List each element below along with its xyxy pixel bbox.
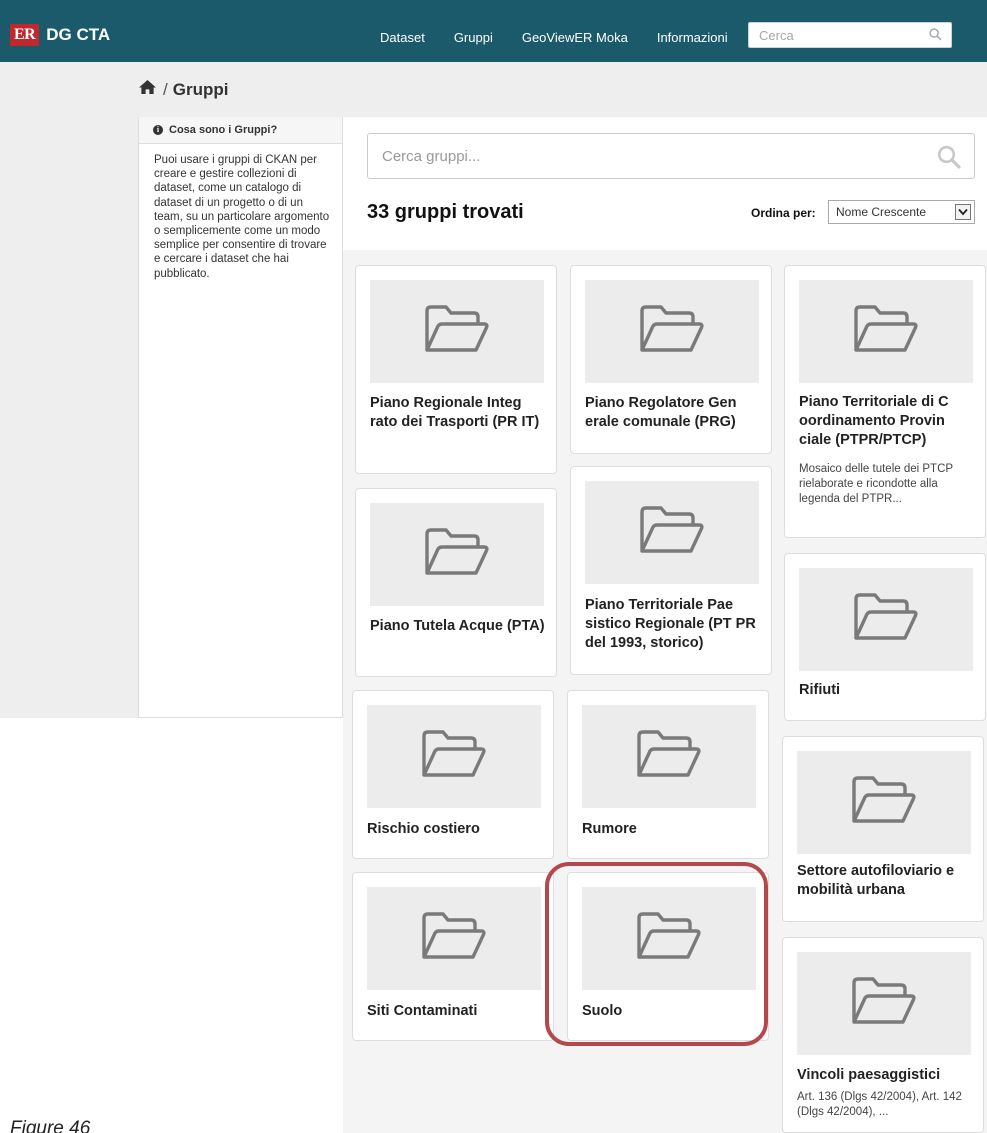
group-card[interactable]: Rifiuti bbox=[784, 553, 986, 721]
group-card[interactable]: Piano Regionale Integ rato dei Trasporti… bbox=[355, 265, 557, 474]
navbar-search-input[interactable] bbox=[749, 23, 919, 47]
folder-open-icon bbox=[424, 525, 490, 584]
group-title[interactable]: Piano Territoriale Pae sistico Regionale… bbox=[585, 596, 763, 653]
folder-open-icon bbox=[851, 974, 917, 1033]
home-icon[interactable] bbox=[138, 79, 157, 100]
group-title[interactable]: Rischio costiero bbox=[367, 820, 545, 839]
search-icon[interactable] bbox=[929, 28, 942, 46]
group-title[interactable]: Siti Contaminati bbox=[367, 1002, 545, 1021]
page: ER DG CTA Dataset Gruppi GeoViewER Moka … bbox=[0, 0, 987, 1133]
folder-open-icon bbox=[424, 302, 490, 361]
group-title[interactable]: Rumore bbox=[582, 820, 760, 839]
nav-item-gruppi[interactable]: Gruppi bbox=[454, 30, 493, 45]
group-title[interactable]: Piano Regionale Integ rato dei Trasporti… bbox=[370, 394, 548, 432]
folder-open-icon bbox=[853, 302, 919, 361]
highlight-outline bbox=[545, 862, 768, 1046]
breadcrumb-separator: / bbox=[163, 79, 168, 99]
group-card[interactable]: Piano Territoriale Pae sistico Regionale… bbox=[570, 466, 772, 675]
group-title[interactable]: Vincoli paesaggistici bbox=[797, 1066, 975, 1085]
group-search-input[interactable] bbox=[368, 134, 908, 178]
breadcrumb-current[interactable]: Gruppi bbox=[173, 80, 229, 100]
nav-item-informazioni[interactable]: Informazioni bbox=[657, 30, 728, 45]
group-description: Art. 136 (Dlgs 42/2004), Art. 142 (Dlgs … bbox=[797, 1091, 962, 1118]
group-title[interactable]: Piano Regolatore Gen erale comunale (PRG… bbox=[585, 394, 763, 432]
group-title[interactable]: Piano Tutela Acque (PTA) bbox=[370, 617, 548, 636]
info-icon: i bbox=[153, 125, 163, 135]
group-card[interactable]: Rischio costiero bbox=[352, 690, 554, 859]
folder-open-icon bbox=[636, 727, 702, 786]
info-panel-text: Puoi usare i gruppi di CKAN per creare e… bbox=[154, 154, 330, 280]
group-thumbnail bbox=[797, 952, 971, 1055]
group-thumbnail bbox=[367, 887, 541, 990]
group-card[interactable]: Piano Tutela Acque (PTA) bbox=[355, 488, 557, 677]
main-nav: Dataset Gruppi GeoViewER Moka Informazio… bbox=[380, 30, 757, 45]
nav-item-dataset[interactable]: Dataset bbox=[380, 30, 425, 45]
group-title[interactable]: Settore autofiloviario e mobilità urbana bbox=[797, 862, 975, 900]
group-thumbnail bbox=[585, 481, 759, 584]
groups-info-panel: i Cosa sono i Gruppi? Puoi usare i grupp… bbox=[138, 117, 343, 718]
group-thumbnail bbox=[799, 568, 973, 671]
navbar-search bbox=[748, 22, 952, 48]
search-icon[interactable] bbox=[937, 145, 961, 174]
group-card[interactable]: Settore autofiloviario e mobilità urbana bbox=[782, 736, 984, 922]
group-card[interactable]: Piano Territoriale di C oordinamento Pro… bbox=[784, 265, 986, 538]
group-description: Mosaico delle tutele dei PTCP rielaborat… bbox=[799, 463, 953, 505]
folder-open-icon bbox=[639, 302, 705, 361]
group-card[interactable]: Piano Regolatore Gen erale comunale (PRG… bbox=[570, 265, 772, 454]
group-card[interactable]: Vincoli paesaggistici Art. 136 (Dlgs 42/… bbox=[782, 937, 984, 1133]
folder-open-icon bbox=[853, 590, 919, 649]
group-thumbnail bbox=[370, 280, 544, 383]
site-logo[interactable]: ER DG CTA bbox=[10, 23, 110, 47]
folder-open-icon bbox=[421, 727, 487, 786]
folder-open-icon bbox=[851, 773, 917, 832]
nav-item-geoviewer-moka[interactable]: GeoViewER Moka bbox=[522, 30, 628, 45]
sort-select[interactable]: Nome Crescente bbox=[828, 200, 975, 224]
info-panel-header: i Cosa sono i Gruppi? bbox=[139, 117, 342, 144]
breadcrumb: / Gruppi bbox=[138, 79, 228, 100]
logo-text: DG CTA bbox=[46, 25, 111, 44]
top-navbar: ER DG CTA Dataset Gruppi GeoViewER Moka … bbox=[0, 0, 987, 62]
group-thumbnail bbox=[585, 280, 759, 383]
figure-caption: Figure 46 bbox=[10, 1118, 91, 1133]
sort-label: Ordina per: bbox=[751, 206, 816, 220]
group-title[interactable]: Piano Territoriale di C oordinamento Pro… bbox=[799, 393, 977, 450]
folder-open-icon bbox=[421, 909, 487, 968]
group-thumbnail bbox=[367, 705, 541, 808]
group-card[interactable]: Siti Contaminati bbox=[352, 872, 554, 1041]
group-thumbnail bbox=[582, 705, 756, 808]
group-card[interactable]: Rumore bbox=[567, 690, 769, 859]
page-lower-area bbox=[0, 718, 343, 1133]
chevron-down-icon[interactable] bbox=[955, 204, 971, 220]
folder-open-icon bbox=[639, 503, 705, 562]
group-search-box bbox=[367, 133, 975, 179]
sort-select-value: Nome Crescente bbox=[836, 205, 927, 219]
results-count: 33 gruppi trovati bbox=[367, 201, 524, 223]
logo-er-mark: ER bbox=[10, 24, 40, 46]
group-thumbnail bbox=[797, 751, 971, 854]
group-thumbnail bbox=[799, 280, 973, 383]
info-panel-title: Cosa sono i Gruppi? bbox=[169, 124, 278, 136]
group-thumbnail bbox=[370, 503, 544, 606]
group-title[interactable]: Rifiuti bbox=[799, 681, 977, 700]
